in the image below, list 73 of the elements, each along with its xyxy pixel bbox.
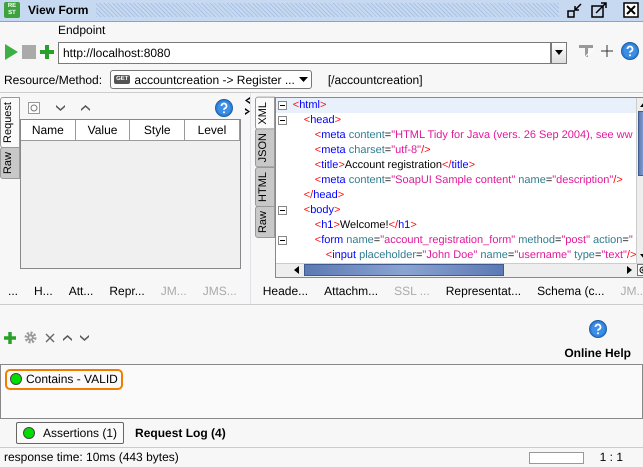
gear-icon[interactable] — [24, 331, 37, 344]
add-icon[interactable] — [40, 44, 54, 59]
code-text: <html> — [292, 98, 326, 113]
chevron-down-icon[interactable] — [80, 334, 89, 341]
tool-icon[interactable] — [579, 44, 593, 57]
collapse-icon[interactable] — [278, 116, 288, 125]
status-text: response time: 10ms (443 bytes) — [4, 450, 180, 465]
resource-method-label: Resource/Method: — [4, 72, 102, 88]
tab-label[interactable]: Att... — [68, 284, 94, 299]
arrow-left-icon[interactable] — [294, 266, 299, 274]
side-tab[interactable]: Raw — [254, 206, 275, 238]
window-title: View Form — [28, 3, 88, 18]
help-icon[interactable] — [621, 42, 639, 60]
collapse-icon[interactable] — [278, 236, 288, 245]
chevron-up-icon[interactable] — [81, 104, 90, 111]
online-help-button[interactable]: Online Help — [564, 320, 631, 360]
close-icon[interactable] — [623, 2, 639, 18]
chevron-left-icon[interactable] — [244, 96, 250, 104]
cursor-position: 1 : 1 — [600, 450, 623, 465]
caret-icon — [555, 50, 563, 56]
refresh-icon[interactable] — [28, 102, 40, 114]
side-tab[interactable]: Raw — [0, 146, 20, 179]
collapse-icon[interactable] — [278, 100, 288, 110]
arrow-right-icon[interactable] — [627, 266, 632, 274]
side-tab[interactable]: JSON — [254, 128, 275, 168]
code-text: <h1>Welcome!</h1> — [314, 218, 417, 233]
endpoint-label: Endpoint — [58, 23, 106, 38]
code-text: <meta content="SoapUI Sample content" name="description"/> — [314, 172, 623, 188]
side-tab[interactable]: XML — [254, 96, 275, 130]
resource-path: [/accountcreation] — [328, 72, 423, 88]
tab[interactable]: Request Log (4) — [128, 422, 233, 444]
tab-label[interactable]: ... — [8, 284, 18, 299]
help-icon[interactable] — [214, 98, 233, 117]
code-text: <body> — [302, 202, 340, 218]
chevron-down-icon[interactable] — [56, 104, 65, 111]
plus-icon[interactable] — [601, 44, 613, 57]
code-text: <input placeholder="John Doe" name="username" type="text"/> — [324, 248, 636, 263]
column-header: Style — [130, 120, 186, 140]
play-icon[interactable] — [4, 44, 18, 60]
help-icon — [588, 320, 607, 338]
assertion-item[interactable]: Contains - VALID — [5, 369, 123, 390]
caret-icon — [298, 77, 308, 82]
code-text: <title>Account registration</title> — [314, 158, 476, 173]
side-tab[interactable]: HTML — [254, 166, 275, 207]
code-text: <form name="account_registration_form" method="post" action=" — [314, 232, 633, 248]
column-header: Name — [21, 120, 76, 140]
column-header: Value — [76, 120, 130, 140]
add-icon[interactable] — [4, 332, 16, 344]
dropdown-value: accountcreation -> Register ... — [134, 72, 295, 88]
tab-label[interactable]: Representat... — [446, 284, 522, 299]
button-label: Online Help — [564, 346, 631, 360]
tab[interactable]: Assertions (1) — [16, 422, 124, 444]
code-text: <head> — [302, 112, 342, 128]
collapse-icon[interactable] — [278, 206, 288, 215]
dropdown-button[interactable] — [551, 42, 567, 64]
maximize-icon[interactable] — [591, 2, 607, 18]
code-text: <meta charset="utf-8"/> — [314, 142, 431, 158]
tab-label[interactable]: H... — [34, 284, 53, 299]
side-tab[interactable]: Request — [0, 96, 20, 148]
code-text: <meta content="HTML Tidy for Java (vers. 26 Sep 2004), see ww — [314, 128, 633, 143]
chevron-right-icon[interactable] — [244, 108, 250, 115]
code-text: </head> — [302, 188, 344, 203]
tab-label[interactable]: Attachm... — [324, 284, 378, 299]
minimize-icon[interactable] — [567, 2, 583, 18]
tab-label[interactable]: Heade... — [262, 284, 308, 299]
endpoint-field[interactable]: http://localhost:8080 — [58, 42, 551, 64]
tab-label[interactable]: Schema (c... — [537, 284, 604, 299]
progress-box — [528, 452, 584, 464]
column-header: Level — [185, 120, 240, 140]
item-label: Contains - VALID — [26, 372, 118, 387]
chevron-up-icon[interactable] — [63, 334, 72, 341]
tab-label[interactable]: Repr... — [109, 284, 145, 299]
horizontal-scrollbar[interactable] — [276, 262, 643, 277]
